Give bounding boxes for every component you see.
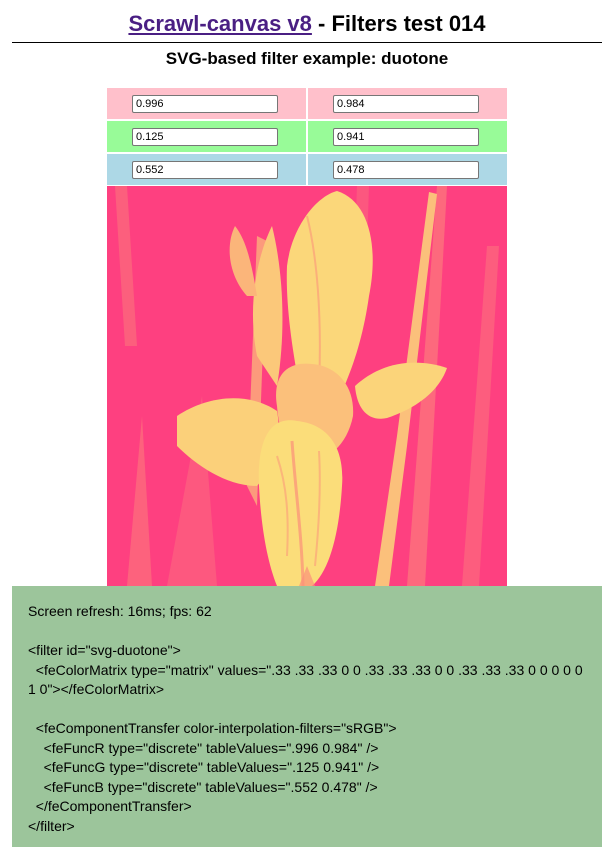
red-low-cell [107, 88, 306, 119]
page-title: Scrawl-canvas v8 - Filters test 014 [0, 9, 614, 39]
blue-low-cell [107, 154, 306, 185]
report-panel: Screen refresh: 16ms; fps: 62 <filter id… [12, 586, 602, 847]
blue-channel-row [107, 154, 507, 185]
red-high-input[interactable] [333, 94, 479, 113]
green-high-input[interactable] [333, 127, 479, 146]
filter-markup: <filter id="svg-duotone"> <feColorMatrix… [28, 642, 583, 834]
red-low-input[interactable] [132, 94, 278, 113]
green-low-input[interactable] [132, 127, 278, 146]
title-divider [12, 42, 602, 43]
filter-controls [107, 88, 507, 187]
red-channel-row [107, 88, 507, 119]
red-high-cell [308, 88, 507, 119]
iris-flower-image [107, 186, 507, 586]
refresh-stats: Screen refresh: 16ms; fps: 62 [28, 603, 212, 619]
home-link[interactable]: Scrawl-canvas v8 [128, 11, 311, 36]
blue-high-cell [308, 154, 507, 185]
filtered-canvas[interactable] [107, 186, 507, 586]
blue-high-input[interactable] [333, 160, 479, 179]
green-high-cell [308, 121, 507, 152]
page-subtitle: SVG-based filter example: duotone [165, 49, 449, 68]
page: Scrawl-canvas v8 - Filters test 014 SVG-… [0, 0, 614, 860]
blue-low-input[interactable] [132, 160, 278, 179]
green-channel-row [107, 121, 507, 152]
green-low-cell [107, 121, 306, 152]
page-title-text: - Filters test 014 [311, 11, 486, 36]
